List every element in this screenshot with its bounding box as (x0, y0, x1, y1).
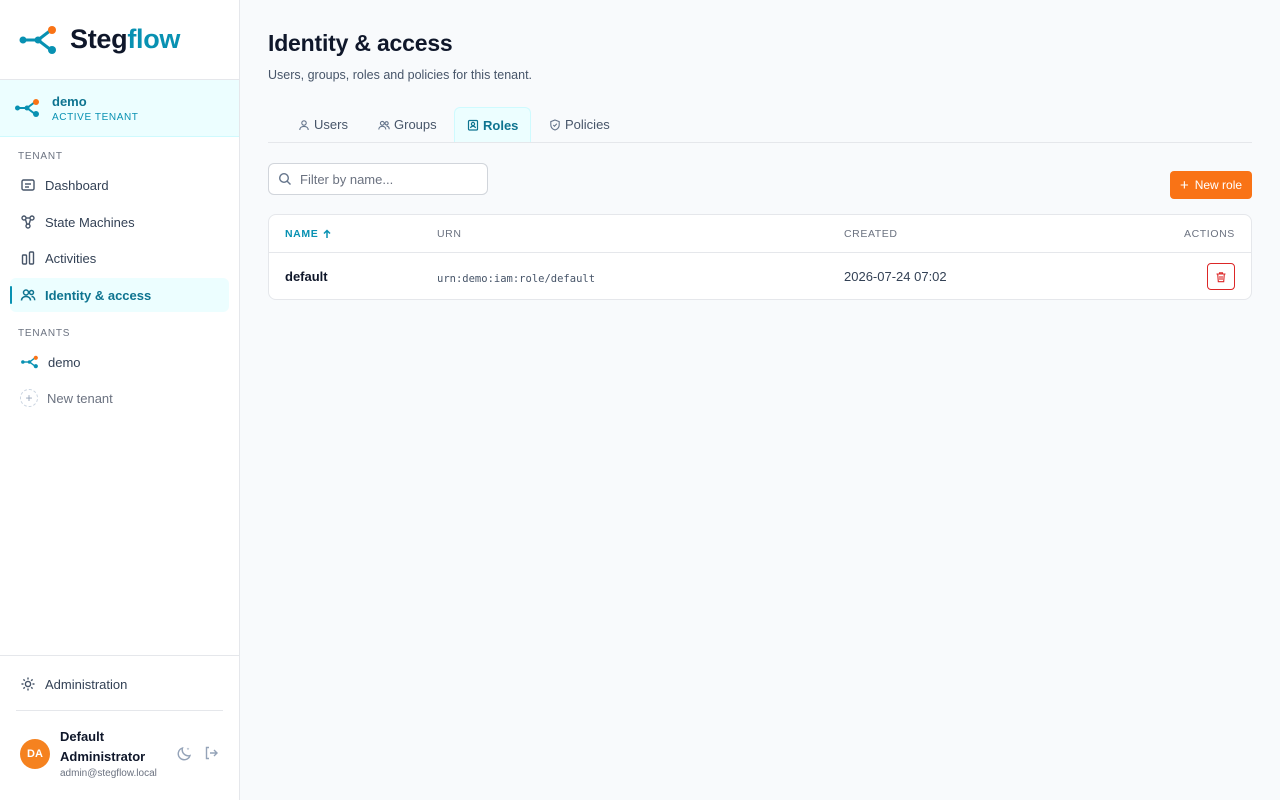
delete-role-button[interactable] (1207, 263, 1235, 290)
role-urn-cell: urn:demo:iam:role/default (437, 272, 596, 285)
gear-icon (21, 677, 35, 691)
role-badge-icon (467, 119, 479, 131)
page-subtitle: Users, groups, roles and policies for th… (268, 68, 533, 82)
user-name: Default Administrator (60, 729, 146, 764)
sidebar-item-state-machines[interactable]: State Machines (10, 205, 229, 239)
tab-label: Groups (394, 117, 437, 132)
users-icon (20, 289, 36, 301)
filter-search-box (268, 163, 488, 195)
logout-button[interactable] (203, 745, 221, 763)
moon-icon (177, 746, 192, 761)
tab-roles[interactable]: Roles (454, 107, 532, 142)
role-name-cell[interactable]: default (285, 253, 328, 300)
sidebar-item-label: State Machines (45, 214, 135, 230)
tenant-icon (15, 99, 39, 117)
theme-toggle-button[interactable] (177, 745, 195, 763)
search-icon (278, 172, 291, 185)
new-role-button[interactable]: + New role (1170, 171, 1252, 199)
search-input[interactable] (300, 171, 470, 187)
brand[interactable]: Stegflow (0, 0, 239, 80)
role-created-cell: 2026-07-24 07:02 (844, 269, 947, 284)
tab-label: Users (314, 117, 348, 132)
active-tenant-name: demo (52, 93, 87, 109)
tab-bar: Users Groups Roles Policies (268, 107, 1252, 143)
sidebar-item-administration[interactable]: Administration (10, 667, 229, 701)
tenant-icon (21, 355, 38, 369)
tab-groups[interactable]: Groups (366, 107, 449, 142)
tab-users[interactable]: Users (286, 107, 360, 142)
table-row[interactable]: default urn:demo:iam:role/default 2026-0… (269, 253, 1251, 300)
page-title: Identity & access (268, 30, 453, 56)
sidebar-item-tenant-demo[interactable]: demo (10, 345, 229, 379)
tab-label: Policies (565, 117, 610, 132)
column-header-urn[interactable]: URN (437, 215, 462, 253)
roles-table: NAME URN CREATED ACTIONS default urn:dem… (268, 214, 1252, 300)
avatar[interactable]: DA (20, 739, 50, 769)
table-header: NAME URN CREATED ACTIONS (269, 215, 1251, 253)
sidebar-item-label: Identity & access (45, 287, 152, 303)
user-divider (16, 710, 223, 711)
state-machines-icon (21, 215, 35, 229)
tab-policies[interactable]: Policies (537, 107, 622, 142)
sidebar-item-label: Activities (45, 250, 97, 266)
groups-icon (378, 120, 390, 130)
activities-icon (21, 251, 35, 265)
sidebar-item-label: demo (48, 354, 81, 370)
sidebar-item-dashboard[interactable]: Dashboard (10, 168, 229, 202)
shield-icon (550, 118, 560, 131)
new-tenant-button[interactable]: + New tenant (10, 381, 229, 415)
tenants-section-label: TENANTS (18, 328, 71, 339)
tenant-section-label: TENANT (18, 151, 63, 162)
plus-icon: + (20, 389, 38, 407)
stegflow-logo-icon (19, 25, 56, 54)
trash-icon (1216, 271, 1226, 282)
brand-name: Stegflow (70, 24, 181, 54)
user-email: admin@stegflow.local (60, 768, 157, 779)
sort-ascending-icon (323, 229, 331, 238)
sidebar-footer-divider (0, 655, 240, 656)
sidebar-item-label: Administration (45, 676, 128, 692)
new-role-label: New role (1194, 178, 1243, 192)
plus-icon: + (1179, 176, 1189, 194)
column-header-label: NAME (285, 228, 319, 240)
active-tenant-label: ACTIVE TENANT (52, 111, 139, 123)
sidebar: Stegflow demo ACTIVE TENANT TENANT Dashb… (0, 0, 240, 800)
sidebar-item-identity-access[interactable]: Identity & access (10, 278, 229, 312)
dashboard-icon (21, 179, 35, 191)
logout-icon (205, 746, 218, 760)
column-header-created[interactable]: CREATED (844, 215, 898, 253)
column-header-name[interactable]: NAME (285, 215, 332, 253)
new-tenant-label: New tenant (47, 390, 113, 406)
column-header-actions: ACTIONS (1184, 228, 1235, 240)
active-tenant-card[interactable]: demo ACTIVE TENANT (0, 80, 239, 137)
sidebar-item-label: Dashboard (45, 177, 109, 193)
user-icon (299, 119, 309, 130)
tab-label: Roles (483, 117, 519, 133)
sidebar-item-activities[interactable]: Activities (10, 241, 229, 275)
